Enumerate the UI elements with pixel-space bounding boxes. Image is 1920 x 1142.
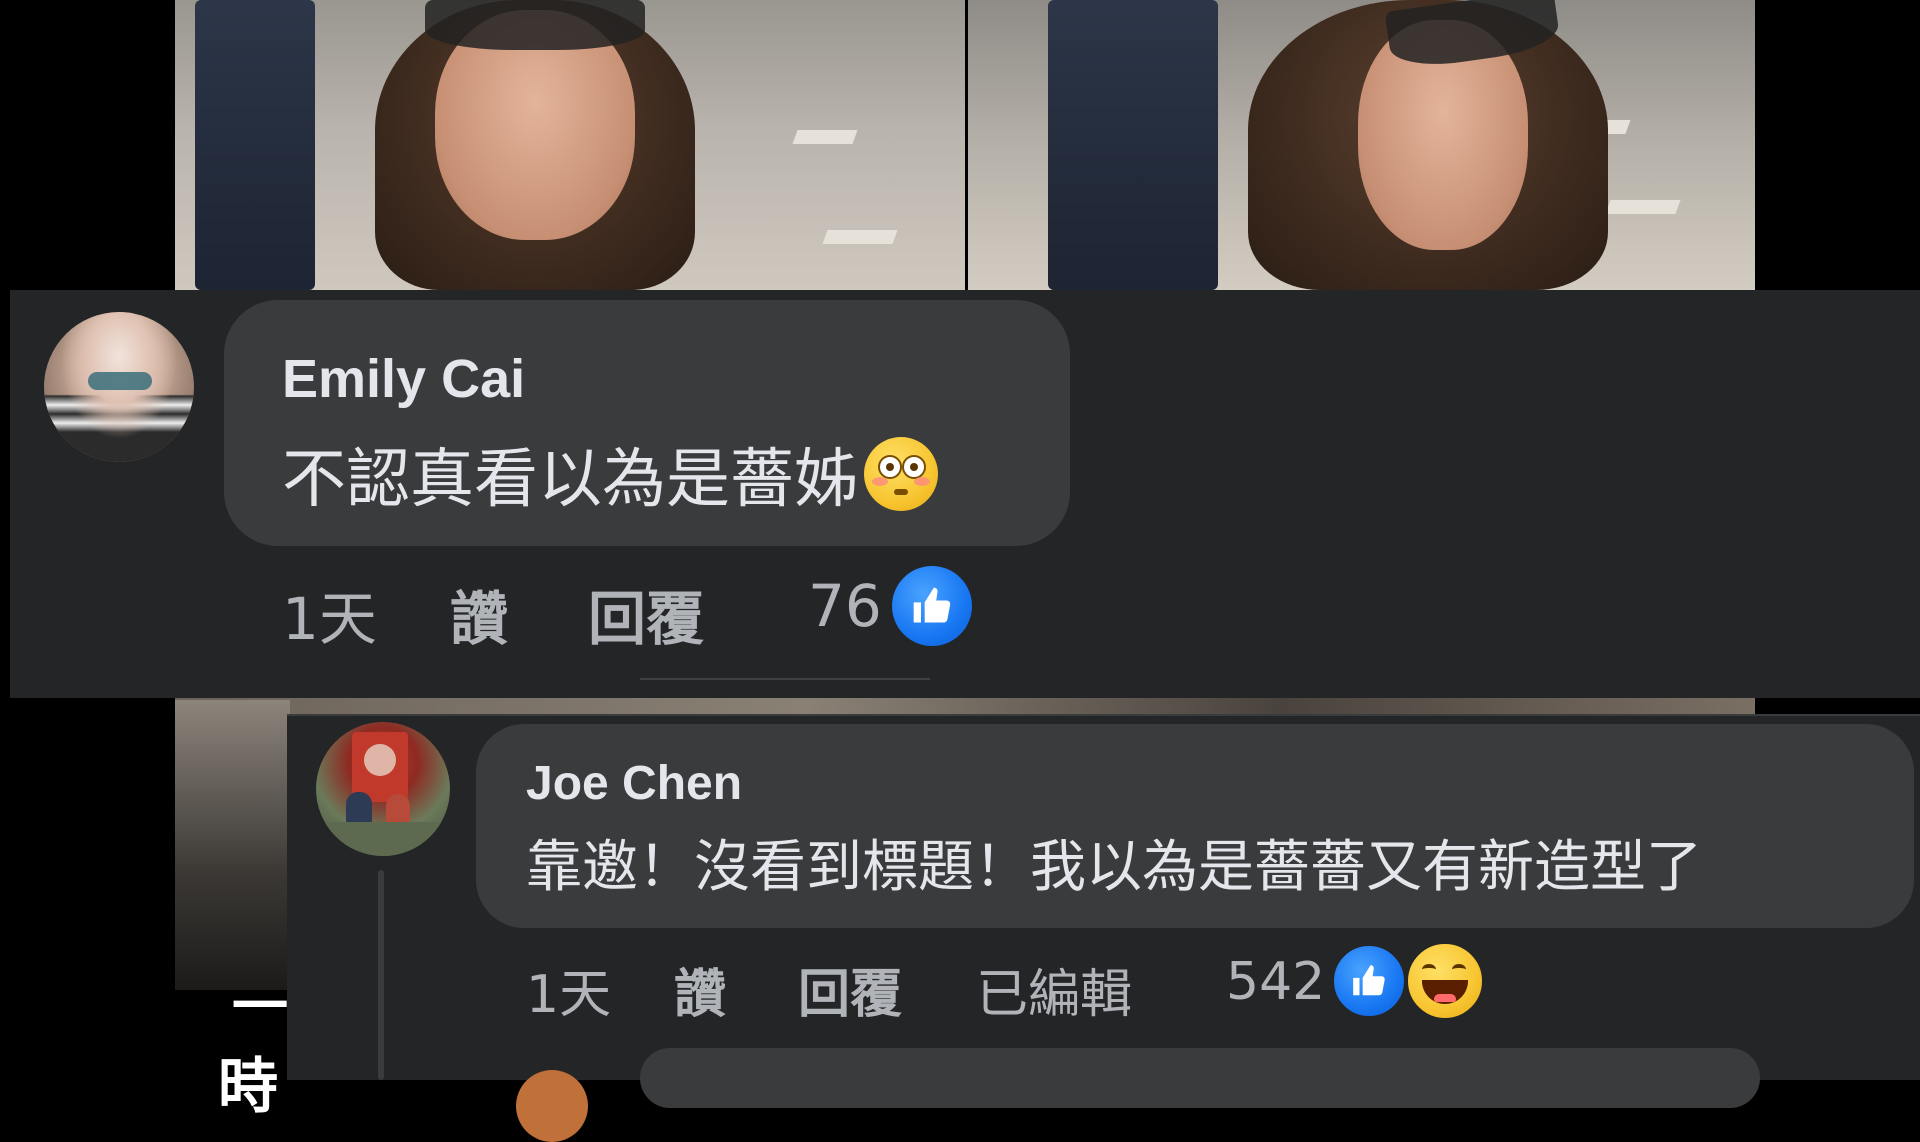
like-icon[interactable] [1330,942,1408,1020]
comment-text-content: 不認真看以為是薔姊 [282,443,858,517]
video-still-right [968,0,1755,290]
video-still-left [175,0,965,290]
avatar[interactable] [44,312,194,462]
thread-line [378,870,384,1080]
comment-text: 不認真看以為是薔姊 [282,428,938,520]
comment-author[interactable]: Joe Chen [526,756,742,811]
avatar[interactable] [316,722,450,856]
video-still-lower [175,700,290,990]
like-button[interactable]: 讚 [674,952,726,1027]
like-button[interactable]: 讚 [450,572,508,656]
like-icon[interactable] [888,562,976,650]
divider [640,678,930,680]
reaction-count[interactable]: 76 [808,572,882,640]
edited-label: 已編輯 [976,965,1133,1025]
comment-timestamp[interactable]: 1天 [282,572,377,656]
comment-timestamp[interactable]: 1天 [526,952,611,1027]
video-caption-fragment: 時 [218,1052,278,1122]
reaction-count[interactable]: 542 [1226,952,1325,1012]
reply-button[interactable]: 回覆 [798,952,902,1027]
flushed-face-icon [864,437,938,511]
video-caption-fragment: 一 [232,975,288,1040]
comment-text: 靠邀！沒看到標題！我以為是薔薔又有新造型了 [526,835,1702,900]
comment-author[interactable]: Emily Cai [282,348,525,410]
reply-button[interactable]: 回覆 [588,572,704,656]
avatar[interactable] [516,1070,588,1142]
video-still-strip [175,698,1755,714]
next-comment-bubble [640,1048,1760,1108]
haha-icon[interactable] [1404,940,1486,1022]
